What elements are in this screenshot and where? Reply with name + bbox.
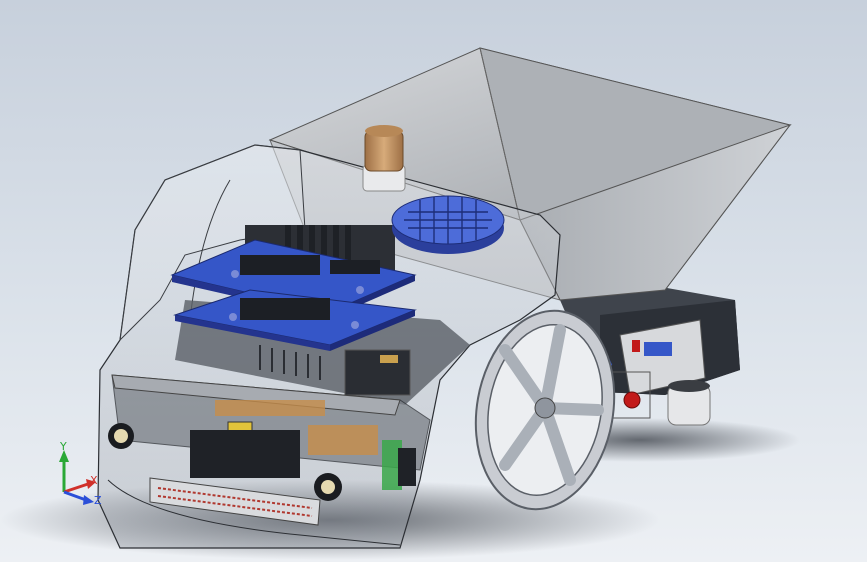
top-knob[interactable]	[362, 125, 406, 192]
z-axis	[63, 490, 87, 502]
front-right-caster[interactable]	[314, 473, 342, 501]
robot-assembly-model[interactable]	[0, 0, 867, 562]
cad-viewport[interactable]: Y X Z	[0, 0, 867, 562]
z-axis-label: Z	[94, 494, 102, 507]
front-left-caster[interactable]	[108, 423, 134, 449]
red-button[interactable]	[623, 391, 641, 409]
y-axis-label: Y	[60, 440, 67, 453]
x-axis-label: X	[90, 474, 98, 487]
x-axis	[63, 482, 89, 494]
coordinate-triad: Y X Z	[48, 440, 108, 510]
z-axis-arrow	[83, 495, 94, 505]
speaker-grille[interactable]	[391, 195, 505, 254]
